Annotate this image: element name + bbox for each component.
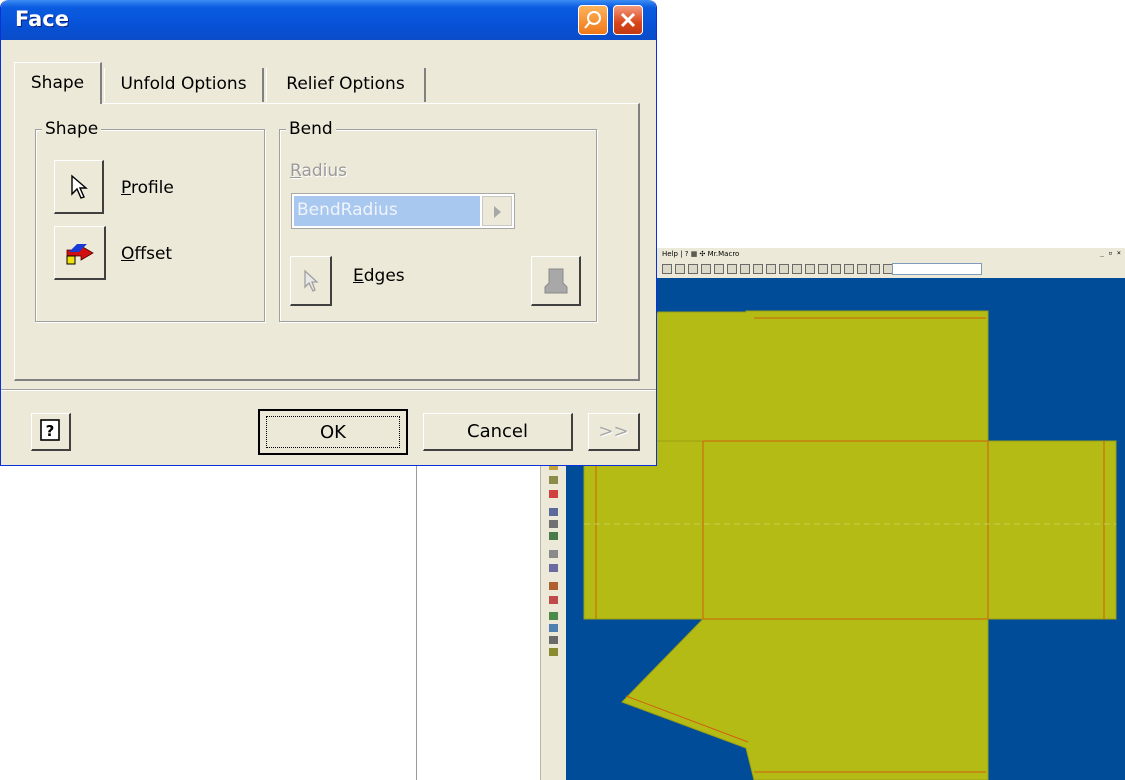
profile-select-button[interactable] xyxy=(54,160,104,214)
bend-extension-button[interactable] xyxy=(531,256,581,306)
tool-icon[interactable] xyxy=(549,520,558,528)
select-arrow-icon xyxy=(70,173,88,199)
chevron-right-icon xyxy=(494,206,501,218)
profile-label: Profile xyxy=(121,178,174,198)
tab-relief-options[interactable]: Relief Options xyxy=(266,68,426,102)
tool-icon[interactable] xyxy=(549,532,558,540)
toolbar-icon[interactable] xyxy=(662,264,672,274)
toolbar-icon[interactable] xyxy=(740,264,750,274)
bottom-flap xyxy=(621,618,989,780)
toolbar-icon[interactable] xyxy=(805,264,815,274)
tool-icon[interactable] xyxy=(549,624,558,632)
tab-shape[interactable]: Shape xyxy=(14,62,102,104)
radius-label: Radius xyxy=(290,161,347,181)
tool-icon[interactable] xyxy=(549,550,558,558)
tool-icon[interactable] xyxy=(549,508,558,516)
more-options-button[interactable]: >> xyxy=(588,413,640,451)
sheet-bend-icon xyxy=(544,268,567,293)
cad-toolbar-area: Help | ? ▦ ✣ Mr.Macro _ ▫ × xyxy=(656,248,1125,279)
pin-button[interactable] xyxy=(578,5,608,35)
radius-combo[interactable]: BendRadius xyxy=(291,193,515,229)
cad-standard-toolbar xyxy=(662,264,919,274)
dialog-titlebar[interactable]: Face xyxy=(1,0,656,40)
edges-select-button[interactable] xyxy=(290,256,332,306)
cad-window-controls[interactable]: _ ▫ × xyxy=(1100,249,1121,257)
shape-group-label: Shape xyxy=(42,119,102,139)
edges-hotkey: E xyxy=(353,266,364,286)
tool-icon[interactable] xyxy=(549,490,558,498)
offset-label: Offset xyxy=(121,244,172,264)
button-separator xyxy=(1,389,656,391)
face-dialog: Face Shape Unfold Options Relief Options… xyxy=(0,0,657,466)
toolbar-icon[interactable] xyxy=(870,264,880,274)
toolbar-icon[interactable] xyxy=(727,264,737,274)
dialog-title: Face xyxy=(15,7,69,31)
toolbar-icon[interactable] xyxy=(688,264,698,274)
radius-hotkey: R xyxy=(290,161,302,181)
offset-flip-icon xyxy=(66,243,94,264)
toolbar-icon[interactable] xyxy=(779,264,789,274)
help-button[interactable]: ? xyxy=(31,413,71,451)
toolbar-icon[interactable] xyxy=(766,264,776,274)
tool-icon[interactable] xyxy=(549,648,558,656)
toolbar-icon[interactable] xyxy=(844,264,854,274)
cancel-button[interactable]: Cancel xyxy=(423,413,573,451)
bend-group-label: Bend xyxy=(286,119,336,139)
tool-icon[interactable] xyxy=(549,636,558,644)
toolbar-icon[interactable] xyxy=(753,264,763,274)
window-divider xyxy=(416,440,417,780)
profile-hotkey: P xyxy=(121,178,131,198)
offset-button[interactable] xyxy=(54,226,106,280)
cad-menu-bar[interactable]: Help | ? ▦ ✣ Mr.Macro xyxy=(662,250,739,258)
middle-band xyxy=(583,440,1117,620)
radius-dropdown-button[interactable] xyxy=(482,196,512,226)
tab-unfold-options[interactable]: Unfold Options xyxy=(104,68,264,102)
ok-focus-rect xyxy=(266,416,400,448)
help-question-icon: ? xyxy=(40,419,60,441)
profile-label-text: rofile xyxy=(130,178,174,198)
cad-toolbar-combo[interactable] xyxy=(892,263,982,275)
toolbar-icon[interactable] xyxy=(675,264,685,274)
tool-icon[interactable] xyxy=(549,612,558,620)
pin-icon xyxy=(584,11,601,29)
radius-value[interactable]: BendRadius xyxy=(294,196,480,226)
toolbar-icon[interactable] xyxy=(701,264,711,274)
toolbar-icon[interactable] xyxy=(714,264,724,274)
edges-label: Edges xyxy=(353,266,405,286)
toolbar-icon[interactable] xyxy=(818,264,828,274)
tool-icon[interactable] xyxy=(549,476,558,484)
select-arrow-icon xyxy=(303,269,319,292)
radius-label-text: adius xyxy=(301,161,348,181)
tool-icon[interactable] xyxy=(549,564,558,572)
vertical-toolbar xyxy=(540,440,568,780)
toolbar-icon[interactable] xyxy=(831,264,841,274)
edges-label-text: dges xyxy=(363,266,405,286)
offset-label-text: ffset xyxy=(134,244,173,264)
svg-text:?: ? xyxy=(46,422,55,440)
toolbar-icon[interactable] xyxy=(857,264,867,274)
close-button[interactable] xyxy=(613,5,643,35)
tool-icon[interactable] xyxy=(549,582,558,590)
offset-hotkey: O xyxy=(121,244,135,264)
ok-button[interactable]: OK xyxy=(258,409,408,455)
toolbar-icon[interactable] xyxy=(792,264,802,274)
close-icon xyxy=(620,12,636,28)
tool-icon[interactable] xyxy=(549,596,558,604)
